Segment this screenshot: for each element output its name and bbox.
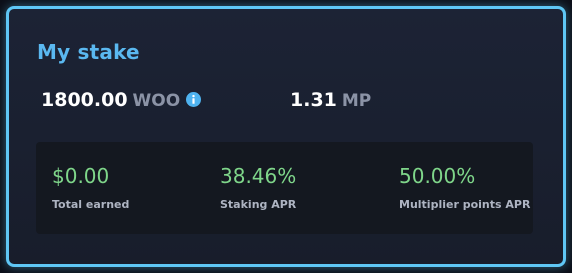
woo-stake: 1800.00 WOO [41,89,202,111]
mp-amount: 1.31 [290,89,337,111]
my-stake-card: My stake 1800.00 WOO 1.31 MP $0.00 Total… [6,6,566,267]
card-title: My stake [37,40,140,64]
stat-value: 38.46% [220,164,297,188]
stat-multiplier-points-apr: 50.00% Multiplier points APR [399,164,530,211]
stat-label: Staking APR [220,198,297,211]
stat-value: $0.00 [52,164,110,188]
stat-staking-apr: 38.46% Staking APR [220,164,296,211]
multiplier-points: 1.31 MP [290,89,371,111]
stat-total-earned: $0.00 Total earned [52,164,129,211]
woo-unit: WOO [132,91,181,111]
stats-panel: $0.00 Total earned 38.46% Staking APR 50… [36,142,533,234]
stat-value: 50.00% [399,164,476,188]
stat-label: Multiplier points APR [399,198,531,211]
stat-label: Total earned [52,198,130,211]
mp-unit: MP [341,91,372,111]
woo-amount: 1800.00 [41,89,128,111]
info-icon[interactable] [186,92,202,107]
